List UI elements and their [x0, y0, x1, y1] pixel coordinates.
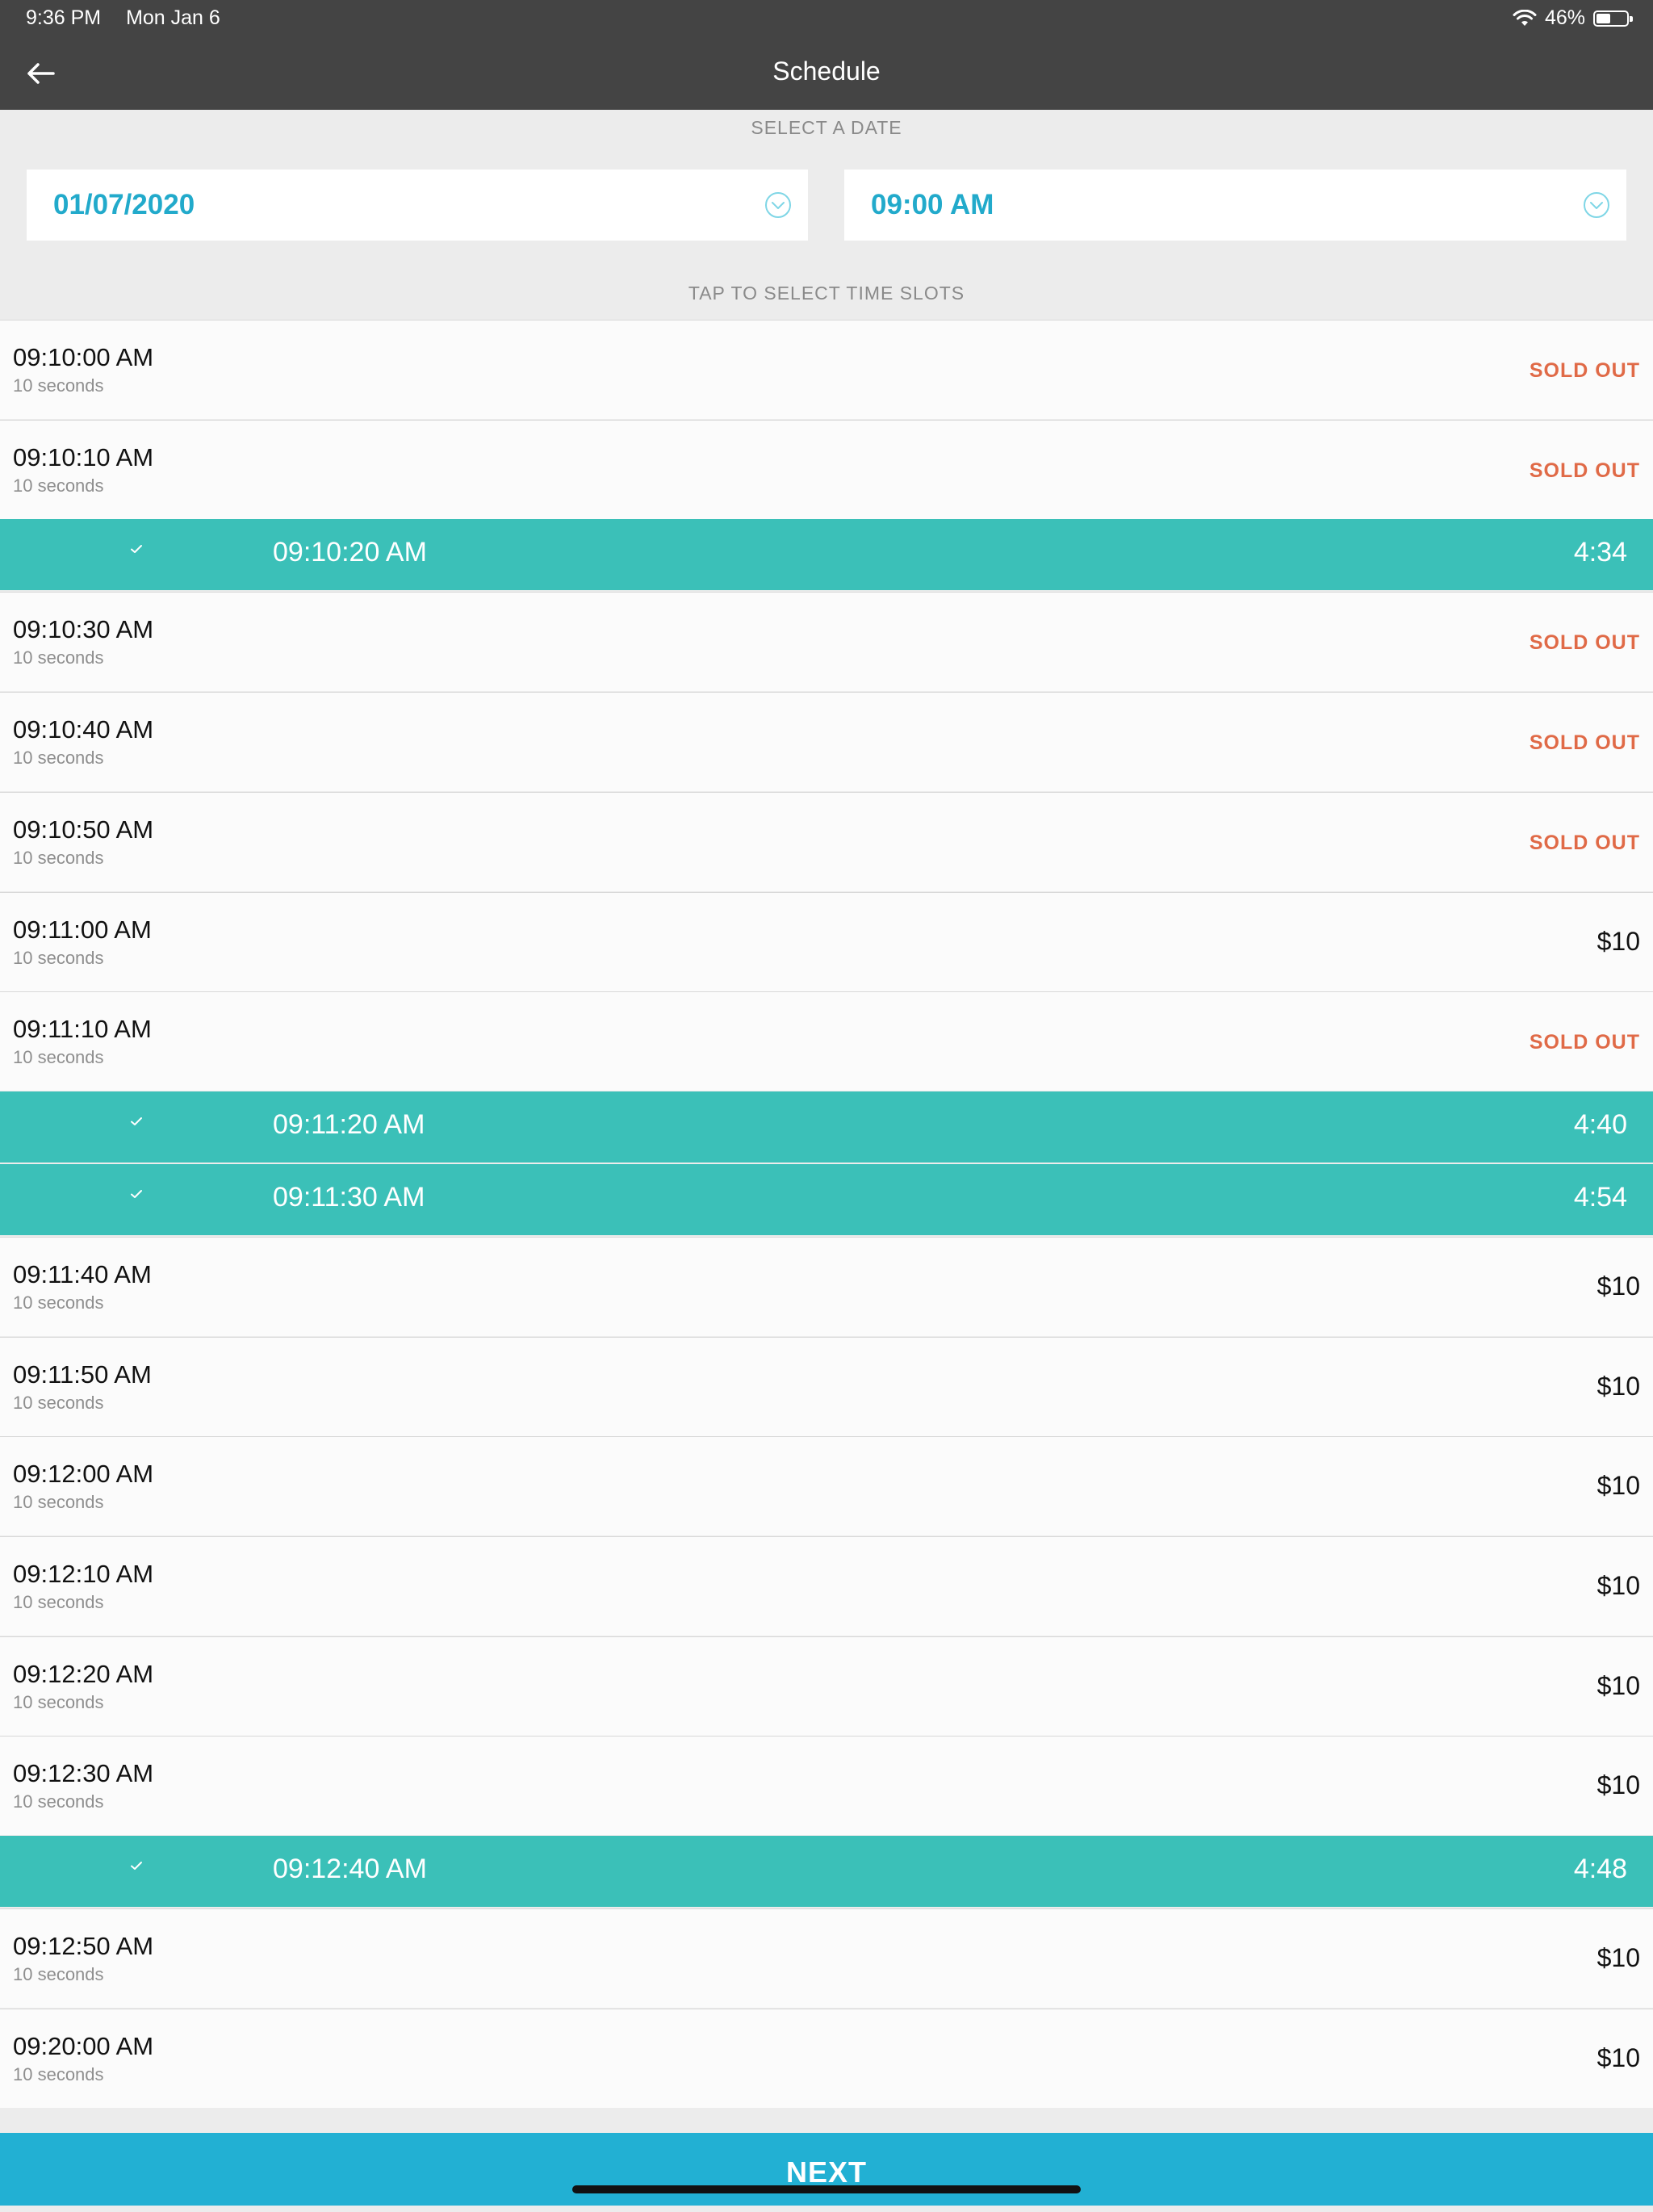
slot-time: 09:11:40 AM — [13, 1259, 152, 1288]
slot-time: 09:12:30 AM — [13, 1759, 154, 1788]
time-slot-row[interactable]: 09:12:20 AM 10 seconds $10 — [0, 1636, 1653, 1736]
slot-duration: 10 seconds — [13, 1047, 104, 1068]
slot-countdown: 4:40 — [1573, 1108, 1627, 1140]
battery-percent: 46% — [1544, 6, 1585, 29]
time-slot-row[interactable]: 09:12:30 AM 10 seconds $10 — [0, 1736, 1653, 1836]
slot-time: 09:10:00 AM — [13, 343, 154, 371]
slot-time: 09:11:10 AM — [13, 1015, 152, 1044]
time-slot-row[interactable]: 09:12:10 AM 10 seconds $10 — [0, 1536, 1653, 1636]
time-slot-row[interactable]: 09:10:50 AM 10 seconds SOLD OUT — [0, 791, 1653, 891]
checkmark-icon — [131, 1189, 142, 1198]
slot-time: 09:12:20 AM — [13, 1659, 154, 1688]
time-slot-row[interactable]: 09:10:30 AM 10 seconds SOLD OUT — [0, 592, 1653, 692]
slot-duration: 10 seconds — [13, 375, 104, 396]
slot-time: 09:10:20 AM — [273, 537, 427, 568]
time-slot-row[interactable]: 09:20:00 AM 10 seconds $10 — [0, 2008, 1653, 2108]
sold-out-label: SOLD OUT — [1529, 1031, 1640, 1054]
date-picker[interactable]: 01/07/2020 — [27, 170, 808, 241]
status-time: 9:36 PM — [26, 6, 102, 29]
slot-duration: 10 seconds — [13, 1492, 104, 1513]
slot-duration: 10 seconds — [13, 947, 104, 968]
selected-time-slot[interactable]: 09:12:40 AM 4:48 — [0, 1836, 1653, 1908]
slot-time: 09:10:50 AM — [13, 815, 154, 844]
slot-countdown: 4:54 — [1573, 1181, 1627, 1213]
slot-time: 09:10:40 AM — [13, 715, 154, 744]
selected-time-slot[interactable]: 09:10:20 AM 4:34 — [0, 519, 1653, 591]
time-slot-row[interactable]: 09:12:00 AM 10 seconds $10 — [0, 1436, 1653, 1536]
status-right: 46% — [1513, 6, 1633, 30]
slot-time: 09:12:50 AM — [13, 1932, 154, 1961]
wifi-icon — [1513, 9, 1537, 26]
slot-time: 09:11:00 AM — [13, 915, 152, 944]
status-bar: 9:36 PM Mon Jan 6 46% — [0, 0, 1653, 36]
slot-countdown: 4:34 — [1573, 537, 1627, 568]
slot-duration: 10 seconds — [13, 748, 104, 769]
slot-duration: 10 seconds — [13, 1791, 104, 1812]
home-indicator — [572, 2185, 1081, 2193]
slot-countdown: 4:48 — [1573, 1854, 1627, 1885]
chevron-down-icon — [765, 192, 791, 218]
slot-time: 09:11:30 AM — [273, 1181, 425, 1213]
slot-price: $10 — [1597, 1770, 1640, 1800]
time-picker-value: 09:00 AM — [871, 189, 994, 220]
sold-out-label: SOLD OUT — [1529, 459, 1640, 482]
sold-out-label: SOLD OUT — [1529, 831, 1640, 854]
chevron-down-icon — [1584, 192, 1609, 218]
time-slot-row[interactable]: 09:10:00 AM 10 seconds SOLD OUT — [0, 320, 1653, 419]
checkmark-icon — [131, 1862, 142, 1871]
sold-out-label: SOLD OUT — [1529, 731, 1640, 755]
nav-bar: Schedule — [0, 36, 1653, 110]
slot-time: 09:11:20 AM — [273, 1108, 425, 1140]
slot-duration: 10 seconds — [13, 475, 104, 496]
selected-time-slot[interactable]: 09:11:30 AM 4:54 — [0, 1163, 1653, 1235]
slot-time: 09:20:00 AM — [13, 2031, 154, 2060]
time-slot-row[interactable]: 09:10:40 AM 10 seconds SOLD OUT — [0, 692, 1653, 792]
slot-time: 09:10:30 AM — [13, 615, 154, 644]
slot-time: 09:11:50 AM — [13, 1359, 152, 1389]
slot-time: 09:10:10 AM — [13, 442, 154, 471]
time-slot-row[interactable]: 09:11:50 AM 10 seconds $10 — [0, 1336, 1653, 1436]
slot-duration: 10 seconds — [13, 847, 104, 868]
slot-duration: 10 seconds — [13, 647, 104, 668]
time-slot-row[interactable]: 09:11:10 AM 10 seconds SOLD OUT — [0, 991, 1653, 1091]
slot-price: $10 — [1597, 1571, 1640, 1600]
time-slot-row[interactable]: 09:10:10 AM 10 seconds SOLD OUT — [0, 419, 1653, 519]
selected-time-slot[interactable]: 09:11:20 AM 4:40 — [0, 1091, 1653, 1163]
status-left: 9:36 PM Mon Jan 6 — [26, 6, 240, 30]
slot-price: $10 — [1597, 1943, 1640, 1973]
slot-price: $10 — [1597, 1271, 1640, 1301]
slot-price: $10 — [1597, 1471, 1640, 1501]
time-slot-row[interactable]: 09:11:00 AM 10 seconds $10 — [0, 891, 1653, 991]
page-title: Schedule — [772, 57, 881, 86]
time-picker[interactable]: 09:00 AM — [844, 170, 1626, 241]
time-slot-row[interactable]: 09:12:50 AM 10 seconds $10 — [0, 1908, 1653, 2009]
slot-price: $10 — [1597, 1371, 1640, 1401]
next-button[interactable]: NEXT — [0, 2133, 1653, 2206]
time-slot-row[interactable]: 09:11:40 AM 10 seconds $10 — [0, 1236, 1653, 1336]
slots-section-label: TAP TO SELECT TIME SLOTS — [688, 283, 965, 304]
slot-time: 09:12:00 AM — [13, 1460, 154, 1489]
slot-duration: 10 seconds — [13, 1292, 104, 1313]
sold-out-label: SOLD OUT — [1529, 359, 1640, 382]
battery-fill — [1597, 13, 1610, 23]
slot-time: 09:12:10 AM — [13, 1560, 154, 1588]
slot-duration: 10 seconds — [13, 1392, 104, 1413]
slot-price: $10 — [1597, 926, 1640, 956]
sold-out-label: SOLD OUT — [1529, 631, 1640, 655]
slot-duration: 10 seconds — [13, 2063, 104, 2084]
slot-price: $10 — [1597, 1670, 1640, 1700]
status-date: Mon Jan 6 — [126, 6, 220, 29]
checkmark-icon — [131, 1116, 142, 1125]
slot-duration: 10 seconds — [13, 1691, 104, 1712]
slot-duration: 10 seconds — [13, 1964, 104, 1985]
battery-icon — [1593, 10, 1633, 27]
date-section-label: SELECT A DATE — [751, 117, 902, 138]
slot-duration: 10 seconds — [13, 1592, 104, 1612]
date-picker-value: 01/07/2020 — [53, 189, 195, 220]
slot-price: $10 — [1597, 2042, 1640, 2072]
slot-time: 09:12:40 AM — [273, 1854, 427, 1885]
checkmark-icon — [131, 545, 142, 554]
